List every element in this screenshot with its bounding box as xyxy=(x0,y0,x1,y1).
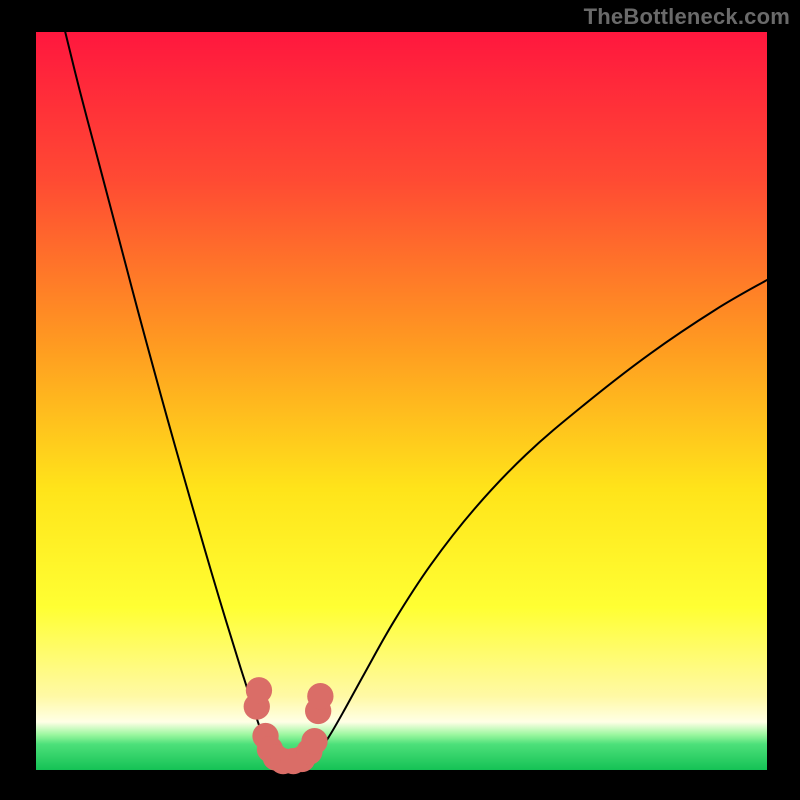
plot-area xyxy=(36,32,767,770)
cluster-point xyxy=(307,683,333,709)
chart-svg xyxy=(0,0,800,800)
cluster-point xyxy=(301,728,327,754)
cluster-point xyxy=(246,677,272,703)
watermark-text: TheBottleneck.com xyxy=(584,4,790,30)
chart-stage: TheBottleneck.com xyxy=(0,0,800,800)
